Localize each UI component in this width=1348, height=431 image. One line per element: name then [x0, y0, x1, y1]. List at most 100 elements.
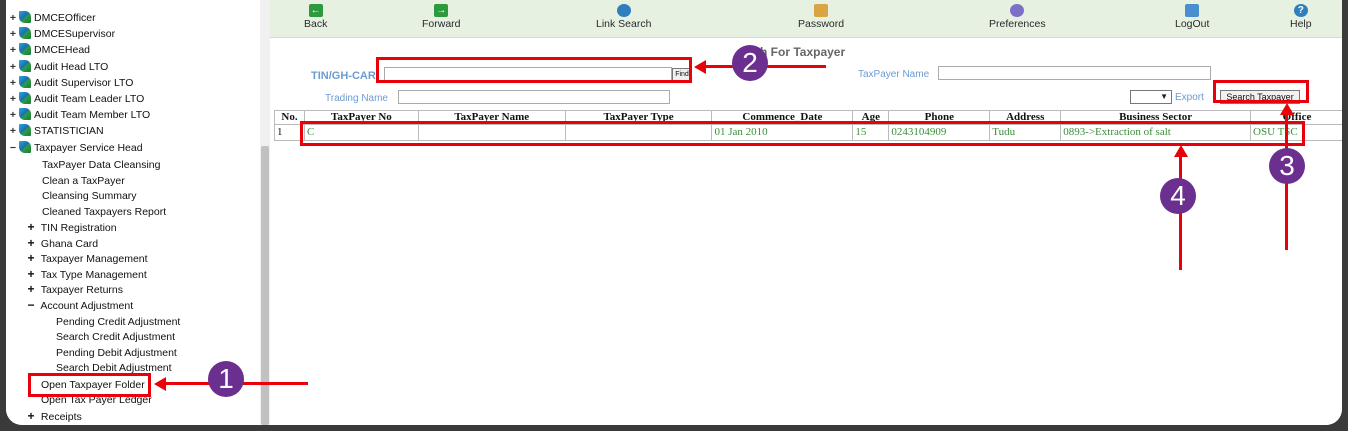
- expand-icon[interactable]: +: [8, 26, 18, 42]
- expand-icon[interactable]: +: [24, 282, 38, 297]
- expand-icon[interactable]: +: [24, 409, 38, 424]
- sidebar-item-clean-a-taxpayer[interactable]: Clean a TaxPayer: [42, 174, 125, 189]
- expand-icon[interactable]: +: [8, 59, 18, 75]
- step-badge-2: 2: [732, 45, 768, 81]
- role-icon: [19, 124, 31, 136]
- sidebar-item-label: Audit Head LTO: [34, 61, 109, 73]
- highlight-box-2: [376, 57, 692, 83]
- highlight-box-4: [300, 121, 1305, 146]
- export-link[interactable]: Export: [1175, 92, 1204, 103]
- link-search-label: Link Search: [596, 18, 652, 30]
- sidebar-item-audit-supervisor-lto[interactable]: + Audit Supervisor LTO: [8, 75, 133, 91]
- sidebar-item-audit-head-lto[interactable]: + Audit Head LTO: [8, 59, 108, 75]
- trading-name-input[interactable]: [398, 90, 670, 104]
- step-badge-3: 3: [1269, 148, 1305, 184]
- role-icon: [19, 92, 31, 104]
- sidebar-item-label: DMCESupervisor: [34, 28, 116, 40]
- sidebar-item-label: DMCEHead: [34, 44, 91, 56]
- role-icon: [19, 76, 31, 88]
- sidebar-item-label: Audit Team Member LTO: [34, 109, 151, 121]
- key-icon: [814, 4, 829, 17]
- preferences-label: Preferences: [989, 18, 1046, 30]
- back-arrow-icon: ←: [308, 4, 323, 17]
- role-icon: [19, 60, 31, 72]
- forward-arrow-icon: →: [434, 4, 449, 17]
- sidebar-group-tax-type-management[interactable]: + Tax Type Management: [24, 267, 147, 282]
- search-form-title: h For Taxpayer: [760, 45, 846, 59]
- sidebar-item-label: Receipts: [40, 411, 82, 423]
- step-badge-4: 4: [1160, 178, 1196, 214]
- globe-icon: [616, 4, 631, 17]
- taxpayer-name-input[interactable]: [938, 66, 1211, 80]
- sidebar-item-label: Audit Team Leader LTO: [34, 93, 145, 105]
- back-button[interactable]: ← Back: [304, 4, 327, 30]
- export-format-select[interactable]: ▼: [1130, 90, 1172, 104]
- sidebar-group-receipts[interactable]: + Receipts: [24, 409, 82, 424]
- sidebar-item-label: Tax Type Management: [40, 269, 147, 281]
- sidebar-item-search-credit-adjustment[interactable]: Search Credit Adjustment: [56, 330, 175, 345]
- sidebar-group-taxpayer-returns[interactable]: + Taxpayer Returns: [24, 282, 123, 297]
- sidebar-item-dmceofficer[interactable]: + DMCEOfficer: [8, 10, 96, 26]
- expand-icon[interactable]: +: [24, 251, 38, 266]
- sidebar-item-taxpayer-data-cleansing[interactable]: TaxPayer Data Cleansing: [42, 158, 160, 173]
- sidebar-item-statistician[interactable]: + STATISTICIAN: [8, 123, 104, 139]
- step-badge-1: 1: [208, 361, 244, 397]
- toolbar: ← Back → Forward Link Search Password Pref…: [270, 0, 1342, 38]
- help-icon: ?: [1293, 4, 1308, 17]
- logout-icon: [1185, 4, 1200, 17]
- sidebar-item-label: DMCEOfficer: [34, 12, 96, 24]
- sidebar-group-ghana-card[interactable]: + Ghana Card: [24, 236, 98, 251]
- expand-icon[interactable]: +: [24, 236, 38, 251]
- expand-icon[interactable]: +: [8, 75, 18, 91]
- password-label: Password: [798, 18, 845, 30]
- sidebar-item-dmcesupervisor[interactable]: + DMCESupervisor: [8, 26, 115, 42]
- sidebar-item-label: Taxpayer Service Head: [34, 142, 143, 154]
- sidebar-group-account-adjustment[interactable]: − Account Adjustment: [24, 298, 133, 313]
- sidebar-item-audit-team-leader-lto[interactable]: + Audit Team Leader LTO: [8, 91, 144, 107]
- sidebar-item-cleaned-taxpayers-report[interactable]: Cleaned Taxpayers Report: [42, 205, 166, 220]
- preferences-icon: [1010, 4, 1025, 17]
- role-icon: [19, 11, 31, 23]
- logout-button[interactable]: LogOut: [1175, 4, 1209, 30]
- sidebar-item-label: Account Adjustment: [40, 300, 134, 312]
- preferences-button[interactable]: Preferences: [989, 4, 1046, 30]
- chevron-down-icon: ▼: [1160, 92, 1168, 101]
- collapse-icon[interactable]: −: [24, 298, 38, 313]
- sidebar-item-audit-team-member-lto[interactable]: + Audit Team Member LTO: [8, 107, 150, 123]
- sidebar-item-label: STATISTICIAN: [34, 125, 104, 137]
- expand-icon[interactable]: +: [8, 91, 18, 107]
- help-button[interactable]: ? Help: [1290, 4, 1312, 30]
- sidebar-item-label: Taxpayer Returns: [40, 284, 124, 296]
- sidebar-item-label: TIN Registration: [40, 222, 117, 234]
- forward-button[interactable]: → Forward: [422, 4, 461, 30]
- password-button[interactable]: Password: [798, 4, 844, 30]
- sidebar-group-tin-registration[interactable]: + TIN Registration: [24, 220, 117, 235]
- sidebar-item-label: Audit Supervisor LTO: [34, 77, 134, 89]
- sidebar-item-taxpayer-service-head[interactable]: − Taxpayer Service Head: [8, 140, 143, 156]
- expand-icon[interactable]: +: [8, 42, 18, 58]
- taxpayer-name-label: TaxPayer Name: [858, 69, 930, 80]
- link-search-button[interactable]: Link Search: [596, 4, 651, 30]
- role-icon: [19, 27, 31, 39]
- sidebar-item-cleansing-summary[interactable]: Cleansing Summary: [42, 189, 137, 204]
- back-label: Back: [304, 18, 328, 30]
- sidebar-item-dmcehead[interactable]: + DMCEHead: [8, 42, 90, 58]
- role-icon: [19, 141, 31, 153]
- role-icon: [19, 43, 31, 55]
- expand-icon[interactable]: +: [8, 107, 18, 123]
- expand-icon[interactable]: +: [8, 10, 18, 26]
- sidebar-item-pending-credit-adjustment[interactable]: Pending Credit Adjustment: [56, 315, 180, 330]
- expand-icon[interactable]: +: [24, 267, 38, 282]
- sidebar-item-label: Taxpayer Management: [40, 253, 148, 265]
- highlight-box-1: [28, 373, 151, 397]
- help-label: Help: [1290, 18, 1312, 30]
- sidebar-item-pending-debit-adjustment[interactable]: Pending Debit Adjustment: [56, 346, 177, 361]
- sidebar-group-taxpayer-management[interactable]: + Taxpayer Management: [24, 251, 148, 266]
- trading-name-label: Trading Name: [325, 93, 388, 104]
- role-icon: [19, 108, 31, 120]
- expand-icon[interactable]: +: [8, 123, 18, 139]
- forward-label: Forward: [422, 18, 461, 30]
- collapse-icon[interactable]: −: [8, 140, 18, 156]
- expand-icon[interactable]: +: [24, 220, 38, 235]
- highlight-box-3: [1213, 80, 1309, 103]
